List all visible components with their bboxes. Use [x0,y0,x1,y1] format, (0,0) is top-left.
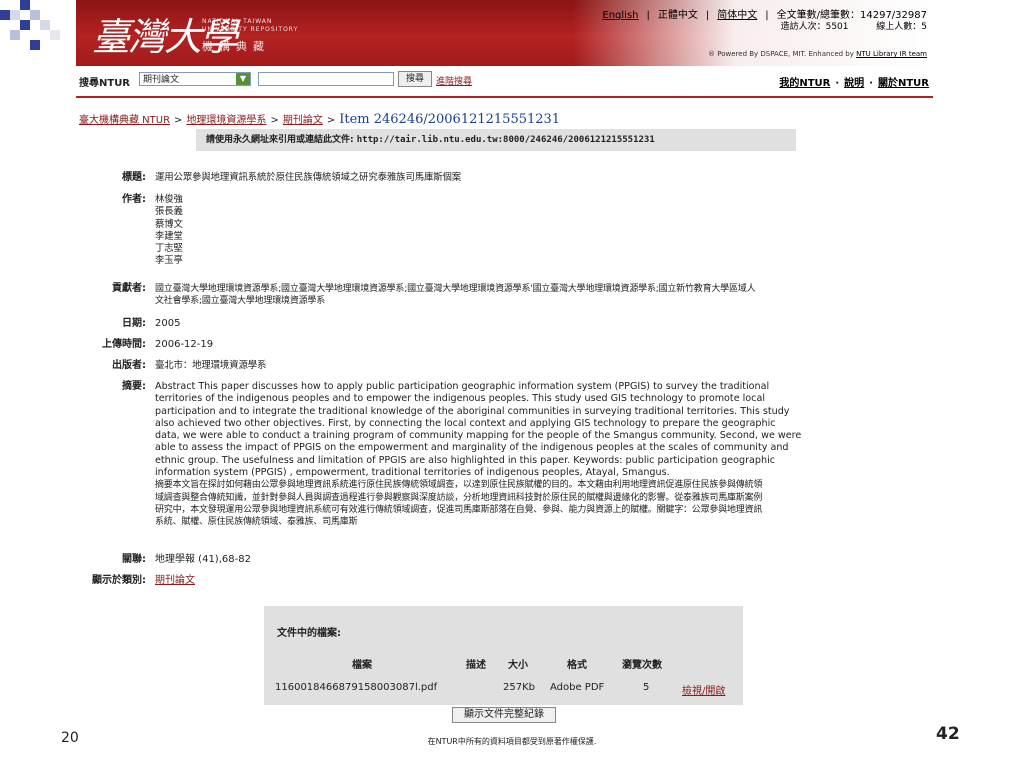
logo-en-line2: UNIVERSITY REPOSITORY [202,26,299,33]
permalink-label: 請使用永久網址來引用或連結此文件: [206,135,354,145]
file-name[interactable]: 1160018466879158003087l.pdf [275,682,437,693]
powered-text: ® Powered By DSPACE, MIT. Enhanced by [708,50,854,58]
visits-value: 5501 [825,22,849,32]
author-name: 丁志堅 [155,243,183,255]
file-views: 5 [643,682,650,693]
chevron-down-icon[interactable]: ▼ [236,73,250,85]
help-link[interactable]: 說明 [844,78,864,89]
copyright-notice: 在NTUR中所有的資料項目都受到原著作權保護. [427,737,597,746]
search-input[interactable] [258,72,394,86]
meta-label: 顯示於類別: [92,575,146,586]
files-header-format: 格式 [567,660,587,671]
files-title: 文件中的檔案: [277,628,341,639]
online-value: 5 [921,22,927,32]
meta-label: 作者: [122,194,146,205]
breadcrumb-collection[interactable]: 期刊論文 [283,115,323,126]
slide-page-number: 42 [936,724,960,744]
user-nav: 我的NTUR · 說明 · 關於NTUR [779,78,929,89]
advanced-search-link[interactable]: 進階搜尋 [436,74,472,87]
fulltext-count-label: 全文筆數/總筆數： [776,10,860,21]
author-name: 李建堂 [155,230,183,242]
visits-label: 造訪人次： [780,22,826,32]
search-scope-select[interactable]: 期刊論文 ▼ [139,72,251,86]
meta-upload-value: 2006-12-19 [155,339,214,350]
slide-decoration [0,0,74,60]
author-list: 林俊強 張長義 蔡博文 李建堂 丁志堅 李玉亭 [155,194,925,268]
site-header: 臺灣大學 NATIONAL TAIWAN UNIVERSITY REPOSITO… [76,0,933,66]
files-header-desc: 描述 [466,660,486,671]
lang-traditional-link[interactable]: 正體中文 [658,10,698,21]
breadcrumb-root[interactable]: 臺大機構典藏 NTUR [79,115,170,126]
powered-by: ® Powered By DSPACE, MIT. Enhanced by NT… [708,50,927,58]
permalink-box: 請使用永久網址來引用或連結此文件: http://tair.lib.ntu.ed… [196,129,796,151]
online-label: 線上人數： [876,22,922,32]
meta-label: 標題: [122,172,146,183]
abstract-en: Abstract This paper discusses how to app… [155,381,802,479]
abstract-text: Abstract This paper discusses how to app… [155,381,925,529]
meta-relation-value: 地理學報 (41),68-82 [155,554,251,565]
file-open-link[interactable]: 檢視/開啟 [682,682,725,697]
search-scope-value: 期刊論文 [143,75,180,85]
logo-en-line1: NATIONAL TAIWAN [202,18,273,25]
files-header-file: 檔案 [352,660,372,671]
logo-chinese: 機構典藏 [202,40,270,53]
author-name: 林俊強 [155,194,183,205]
author-name: 張長義 [155,206,183,218]
meta-label: 出版者: [112,360,146,371]
permalink-url[interactable]: http://tair.lib.ntu.edu.tw:8000/246246/2… [357,135,655,145]
file-size: 257Kb [503,682,535,693]
meta-publisher-value: 臺北市：地理環境資源學系 [155,360,267,371]
meta-label: 貢獻者: [112,283,146,294]
author-name: 李玉亭 [155,255,183,267]
abstract-zh: 摘要本文旨在探討如何藉由公眾參與地理資訊系統進行原住民族傳統領域調查，以達到原住… [155,480,763,528]
item-identifier: Item 246246/2006121215551231 [339,112,561,127]
meta-label: 上傳時間: [102,339,146,350]
search-label: 搜尋NTUR [79,78,131,89]
visit-stats: 造訪人次：5501 線上人數：5 [781,21,927,34]
meta-label: 關聯: [122,554,146,565]
meta-contributors-value: 國立臺灣大學地理環境資源學系;國立臺灣大學地理環境資源學系;國立臺灣大學地理環境… [155,284,756,307]
search-button[interactable]: 搜尋 [398,71,432,87]
powered-link[interactable]: NTU Library IR team [856,50,927,58]
meta-label: 日期: [122,318,146,329]
language-nav: English | 正體中文 | 简体中文 | 全文筆數/總筆數：14297/32987 [602,10,927,21]
search-bar: 搜尋NTUR 期刊論文 ▼ 搜尋 進階搜尋 我的NTUR · 說明 · 關於NTUR [76,66,933,98]
category-link[interactable]: 期刊論文 [155,575,925,587]
about-link[interactable]: 關於NTUR [878,78,929,89]
show-full-record-button[interactable]: 顯示文件完整紀錄 [452,707,556,723]
my-ntur-link[interactable]: 我的NTUR [779,78,830,89]
lang-simplified-link[interactable]: 简体中文 [717,10,757,21]
breadcrumb-dept[interactable]: 地理環境資源學系 [186,115,266,126]
meta-date-value: 2005 [155,318,181,329]
author-name: 蔡博文 [155,218,183,230]
logo-english: NATIONAL TAIWAN UNIVERSITY REPOSITORY [202,18,298,34]
files-header-views: 瀏覽次數 [622,660,662,671]
files-header-size: 大小 [508,660,528,671]
meta-label: 摘要: [122,381,146,392]
breadcrumb: 臺大機構典藏 NTUR > 地理環境資源學系 > 期刊論文 > Item 246246/20… [79,112,561,127]
fulltext-count-value: 14297/32987 [860,10,927,21]
lang-english-link[interactable]: English [602,10,638,21]
file-format: Adobe PDF [550,682,605,693]
meta-title-value: 運用公眾參與地理資訊系統於原住民族傳統領域之研究泰雅族司馬庫斯個案 [155,172,462,183]
files-panel: 文件中的檔案: 檔案 描述 大小 格式 瀏覽次數 116001846687915… [264,606,743,705]
